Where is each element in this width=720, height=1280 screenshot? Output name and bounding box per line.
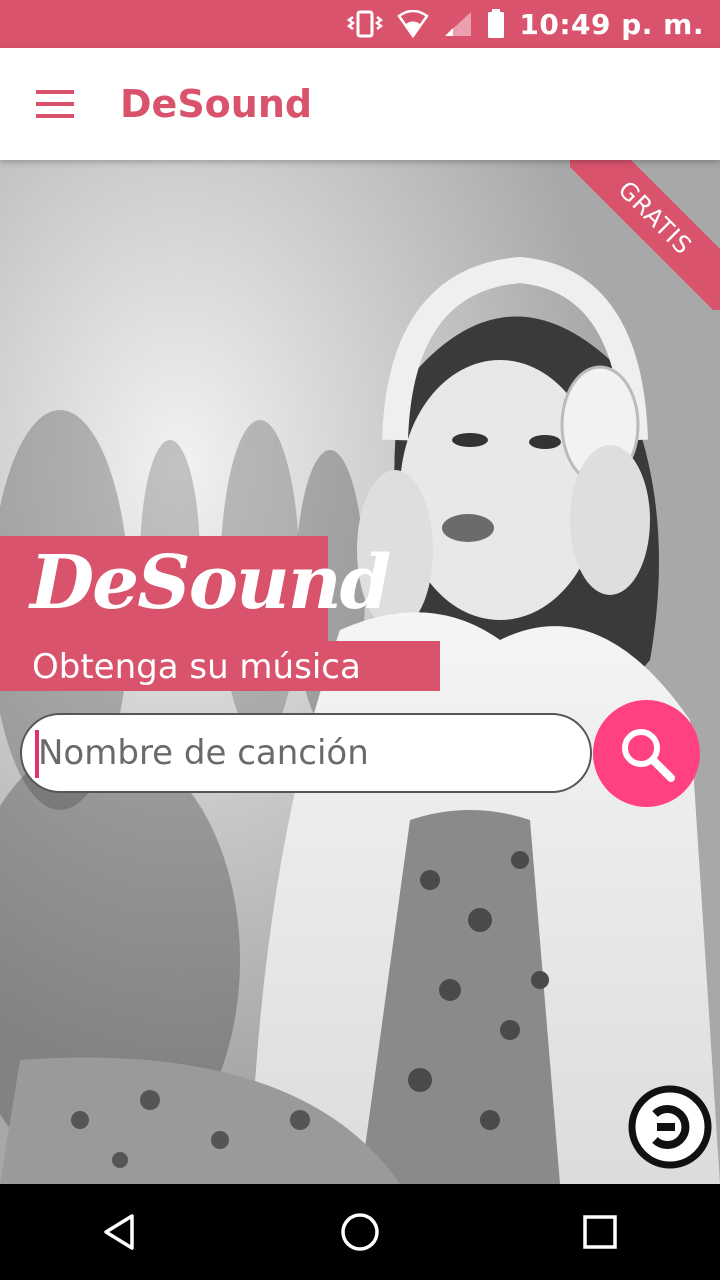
home-icon[interactable] [300,1184,420,1280]
app-bar: DeSound [0,48,720,160]
vibrate-icon [347,10,384,38]
hero-section: GRATIS DeSound Obtenga su música [0,160,720,1184]
free-ribbon-label: GRATIS [570,160,720,310]
system-nav-bar [0,1184,720,1280]
signal-icon [443,10,473,38]
back-icon[interactable] [60,1184,180,1280]
song-search-input[interactable] [20,713,592,793]
recents-icon[interactable] [540,1184,660,1280]
copyleft-icon[interactable] [627,1084,713,1170]
brand-logo: DeSound [30,540,391,626]
brand-banner: DeSound [0,536,391,642]
tagline: Obtenga su música [32,647,361,687]
free-ribbon: GRATIS [570,160,720,310]
status-bar: 10:49 p. m. [0,0,720,48]
hamburger-menu-icon[interactable] [0,48,112,160]
app-title: DeSound [120,82,313,126]
battery-icon [487,9,505,39]
status-clock: 10:49 p. m. [519,7,704,41]
search-icon [621,728,675,782]
search-button[interactable] [593,700,700,807]
text-caret [35,730,39,778]
wifi-icon [397,10,430,38]
tagline-banner: Obtenga su música [0,641,440,691]
